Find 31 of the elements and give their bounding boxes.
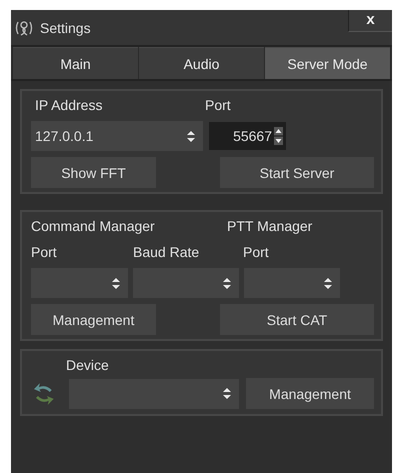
dropdown[interactable]: 127.0.0.1 [31,121,203,151]
up-down-arrows-icon [112,278,120,288]
close-button[interactable]: x [348,10,392,32]
up-down-arrows-icon [324,278,332,288]
dropdown[interactable] [244,268,340,298]
start-cat-button[interactable]: Start CAT [220,304,374,335]
management-button[interactable]: Management [31,304,156,335]
field-label: Port [31,244,58,260]
show-fft-button[interactable]: Show FFT [31,157,156,188]
window-title: Settings [40,20,91,36]
field-label: IP Address [34,97,104,113]
start-server-button[interactable]: Start Server [220,157,374,188]
spin-arrows-icon [274,127,283,145]
tab[interactable]: Audio [139,47,264,79]
field-label: Port [243,244,269,260]
management-button[interactable]: Management [246,378,374,409]
tab[interactable]: Main [13,47,138,79]
up-down-arrows-icon [187,130,195,142]
section-label: PTT Manager [227,218,312,234]
section-label: Command Manager [31,218,156,234]
up-down-arrows-icon [223,388,232,399]
field-label: Device [66,357,109,373]
tab[interactable]: Server Mode [265,47,390,79]
dropdown[interactable] [31,268,128,298]
field-label: Baud Rate [133,244,200,260]
field-label: Port [205,97,231,113]
up-down-arrows-icon [223,278,231,288]
refresh-icon[interactable] [34,382,54,404]
spin-box[interactable]: 55667 [209,122,286,150]
dropdown[interactable] [68,378,240,408]
dropdown[interactable] [133,268,239,298]
